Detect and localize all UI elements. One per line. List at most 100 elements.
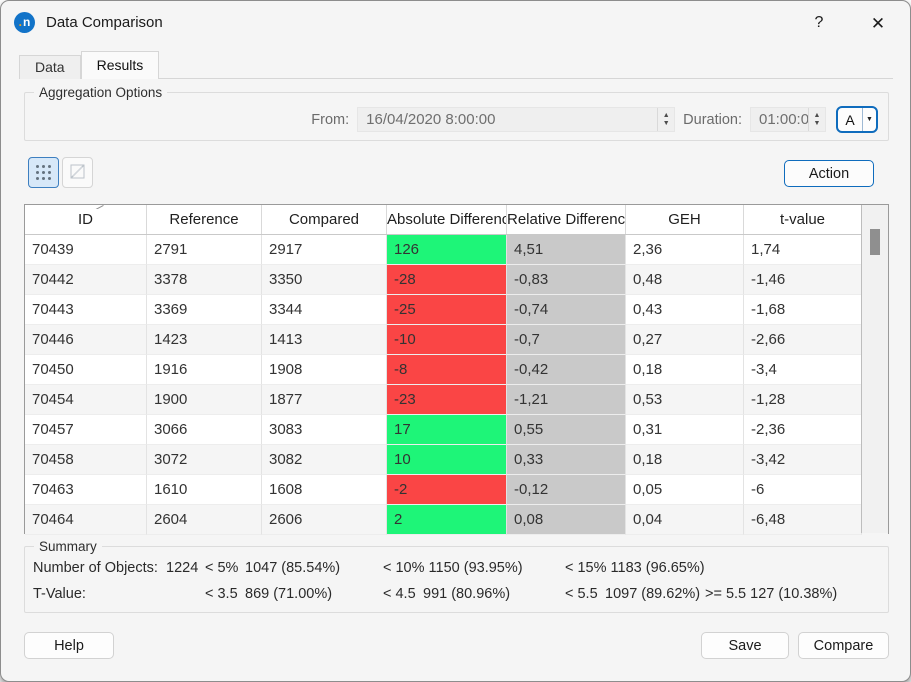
- duration-spinner[interactable]: ▲ ▼: [808, 108, 825, 131]
- duration-value: 01:00:00: [751, 111, 808, 128]
- cell-reference: 1900: [147, 385, 262, 415]
- column-header-t-value[interactable]: t-value: [744, 205, 862, 234]
- cell-id: 70454: [25, 385, 147, 415]
- table-row[interactable]: 70457 3066 3083 17 0,55 0,31 -2,36: [25, 415, 888, 445]
- scrollbar-thumb[interactable]: [870, 229, 880, 255]
- summary-threshold: >= 5.5: [705, 586, 750, 602]
- cell-absolute-difference: -2: [387, 475, 507, 505]
- table-row[interactable]: 70464 2604 2606 2 0,08 0,04 -6,48: [25, 505, 888, 535]
- tab-data[interactable]: Data: [19, 55, 81, 79]
- column-header-compared[interactable]: Compared: [262, 205, 387, 234]
- cell-t-value: -1,68: [744, 295, 862, 325]
- cell-reference: 2791: [147, 235, 262, 265]
- cell-relative-difference: 0,33: [507, 445, 626, 475]
- summary-threshold: < 10%: [383, 560, 429, 576]
- grid-view-icon: [36, 165, 51, 180]
- action-button[interactable]: Action: [784, 160, 874, 187]
- close-button[interactable]: ✕: [866, 11, 890, 35]
- sort-indicator-icon: [95, 204, 104, 209]
- help-button[interactable]: Help: [24, 632, 114, 659]
- aggregation-mode-dropdown[interactable]: A ▼: [836, 106, 878, 133]
- cell-geh: 0,53: [626, 385, 744, 415]
- cell-t-value: -2,36: [744, 415, 862, 445]
- spinner-up-icon[interactable]: ▲: [663, 112, 670, 120]
- cell-relative-difference: -0,7: [507, 325, 626, 355]
- dropdown-arrow-icon[interactable]: ▼: [863, 108, 876, 131]
- cell-reference: 1610: [147, 475, 262, 505]
- cell-compared: 1908: [262, 355, 387, 385]
- spinner-up-icon[interactable]: ▲: [814, 112, 821, 120]
- cell-relative-difference: 0,08: [507, 505, 626, 535]
- window-title: Data Comparison: [46, 14, 163, 31]
- column-header-id[interactable]: ID: [25, 205, 147, 234]
- results-table: ID Reference Compared Absolute Differenc…: [24, 204, 889, 534]
- cell-geh: 0,27: [626, 325, 744, 355]
- vertical-scrollbar[interactable]: [861, 205, 888, 533]
- cell-t-value: -1,28: [744, 385, 862, 415]
- cell-reference: 1916: [147, 355, 262, 385]
- cell-t-value: -2,66: [744, 325, 862, 355]
- cell-compared: 3350: [262, 265, 387, 295]
- cell-id: 70458: [25, 445, 147, 475]
- column-header-absolute-difference[interactable]: Absolute Difference: [387, 205, 507, 234]
- table-row[interactable]: 70446 1423 1413 -10 -0,7 0,27 -2,66: [25, 325, 888, 355]
- column-header-relative-difference[interactable]: Relative Difference: [507, 205, 626, 234]
- from-datetime-value: 16/04/2020 8:00:00: [358, 111, 657, 128]
- spinner-down-icon[interactable]: ▼: [814, 120, 821, 128]
- cell-geh: 0,04: [626, 505, 744, 535]
- table-row[interactable]: 70439 2791 2917 126 4,51 2,36 1,74: [25, 235, 888, 265]
- tab-results[interactable]: Results: [81, 51, 160, 79]
- aggregation-options-legend: Aggregation Options: [34, 85, 167, 100]
- cell-geh: 2,36: [626, 235, 744, 265]
- cell-t-value: -3,42: [744, 445, 862, 475]
- from-datetime-input[interactable]: 16/04/2020 8:00:00 ▲ ▼: [357, 107, 675, 132]
- cell-id: 70450: [25, 355, 147, 385]
- cell-t-value: -1,46: [744, 265, 862, 295]
- table-row[interactable]: 70442 3378 3350 -28 -0,83 0,48 -1,46: [25, 265, 888, 295]
- spinner-down-icon[interactable]: ▼: [663, 120, 670, 128]
- cell-reference: 3072: [147, 445, 262, 475]
- duration-label: Duration:: [683, 112, 742, 128]
- summary-value: 869 (71.00%): [245, 586, 332, 602]
- cell-absolute-difference: 2: [387, 505, 507, 535]
- summary-value: 1047 (85.54%): [245, 560, 340, 576]
- cell-geh: 0,43: [626, 295, 744, 325]
- table-row[interactable]: 70458 3072 3082 10 0,33 0,18 -3,42: [25, 445, 888, 475]
- save-button[interactable]: Save: [701, 632, 789, 659]
- compare-button[interactable]: Compare: [798, 632, 889, 659]
- cell-relative-difference: -0,12: [507, 475, 626, 505]
- cell-geh: 0,18: [626, 355, 744, 385]
- cell-reference: 3378: [147, 265, 262, 295]
- summary-threshold: < 5%: [205, 560, 245, 576]
- table-row[interactable]: 70443 3369 3344 -25 -0,74 0,43 -1,68: [25, 295, 888, 325]
- duration-input[interactable]: 01:00:00 ▲ ▼: [750, 107, 826, 132]
- summary-threshold: < 15%: [565, 560, 611, 576]
- cell-compared: 3083: [262, 415, 387, 445]
- summary-label: T-Value:: [33, 586, 166, 602]
- table-row[interactable]: 70454 1900 1877 -23 -1,21 0,53 -1,28: [25, 385, 888, 415]
- cell-reference: 3369: [147, 295, 262, 325]
- cell-id: 70463: [25, 475, 147, 505]
- edit-disabled-button[interactable]: [62, 157, 93, 188]
- aggregation-row: From: 16/04/2020 8:00:00 ▲ ▼ Duration: 0…: [25, 100, 888, 133]
- cell-id: 70464: [25, 505, 147, 535]
- cell-absolute-difference: -10: [387, 325, 507, 355]
- column-header-geh[interactable]: GEH: [626, 205, 744, 234]
- table-row[interactable]: 70463 1610 1608 -2 -0,12 0,05 -6: [25, 475, 888, 505]
- table-row[interactable]: 70450 1916 1908 -8 -0,42 0,18 -3,4: [25, 355, 888, 385]
- aggregation-options-group: Aggregation Options From: 16/04/2020 8:0…: [24, 85, 889, 141]
- cell-reference: 1423: [147, 325, 262, 355]
- column-header-reference[interactable]: Reference: [147, 205, 262, 234]
- cell-relative-difference: -0,83: [507, 265, 626, 295]
- app-logo-dot: .: [19, 16, 22, 28]
- app-logo-icon: .n: [14, 12, 35, 33]
- grid-view-button[interactable]: [28, 157, 59, 188]
- cell-absolute-difference: 126: [387, 235, 507, 265]
- aggregation-mode-value: A: [838, 108, 862, 131]
- from-spinner[interactable]: ▲ ▼: [657, 108, 674, 131]
- table-header: ID Reference Compared Absolute Differenc…: [25, 205, 888, 235]
- cell-absolute-difference: -23: [387, 385, 507, 415]
- help-title-button[interactable]: ?: [808, 12, 830, 34]
- summary-group: Summary Number of Objects:1224< 5%1047 (…: [24, 539, 889, 613]
- cell-compared: 2917: [262, 235, 387, 265]
